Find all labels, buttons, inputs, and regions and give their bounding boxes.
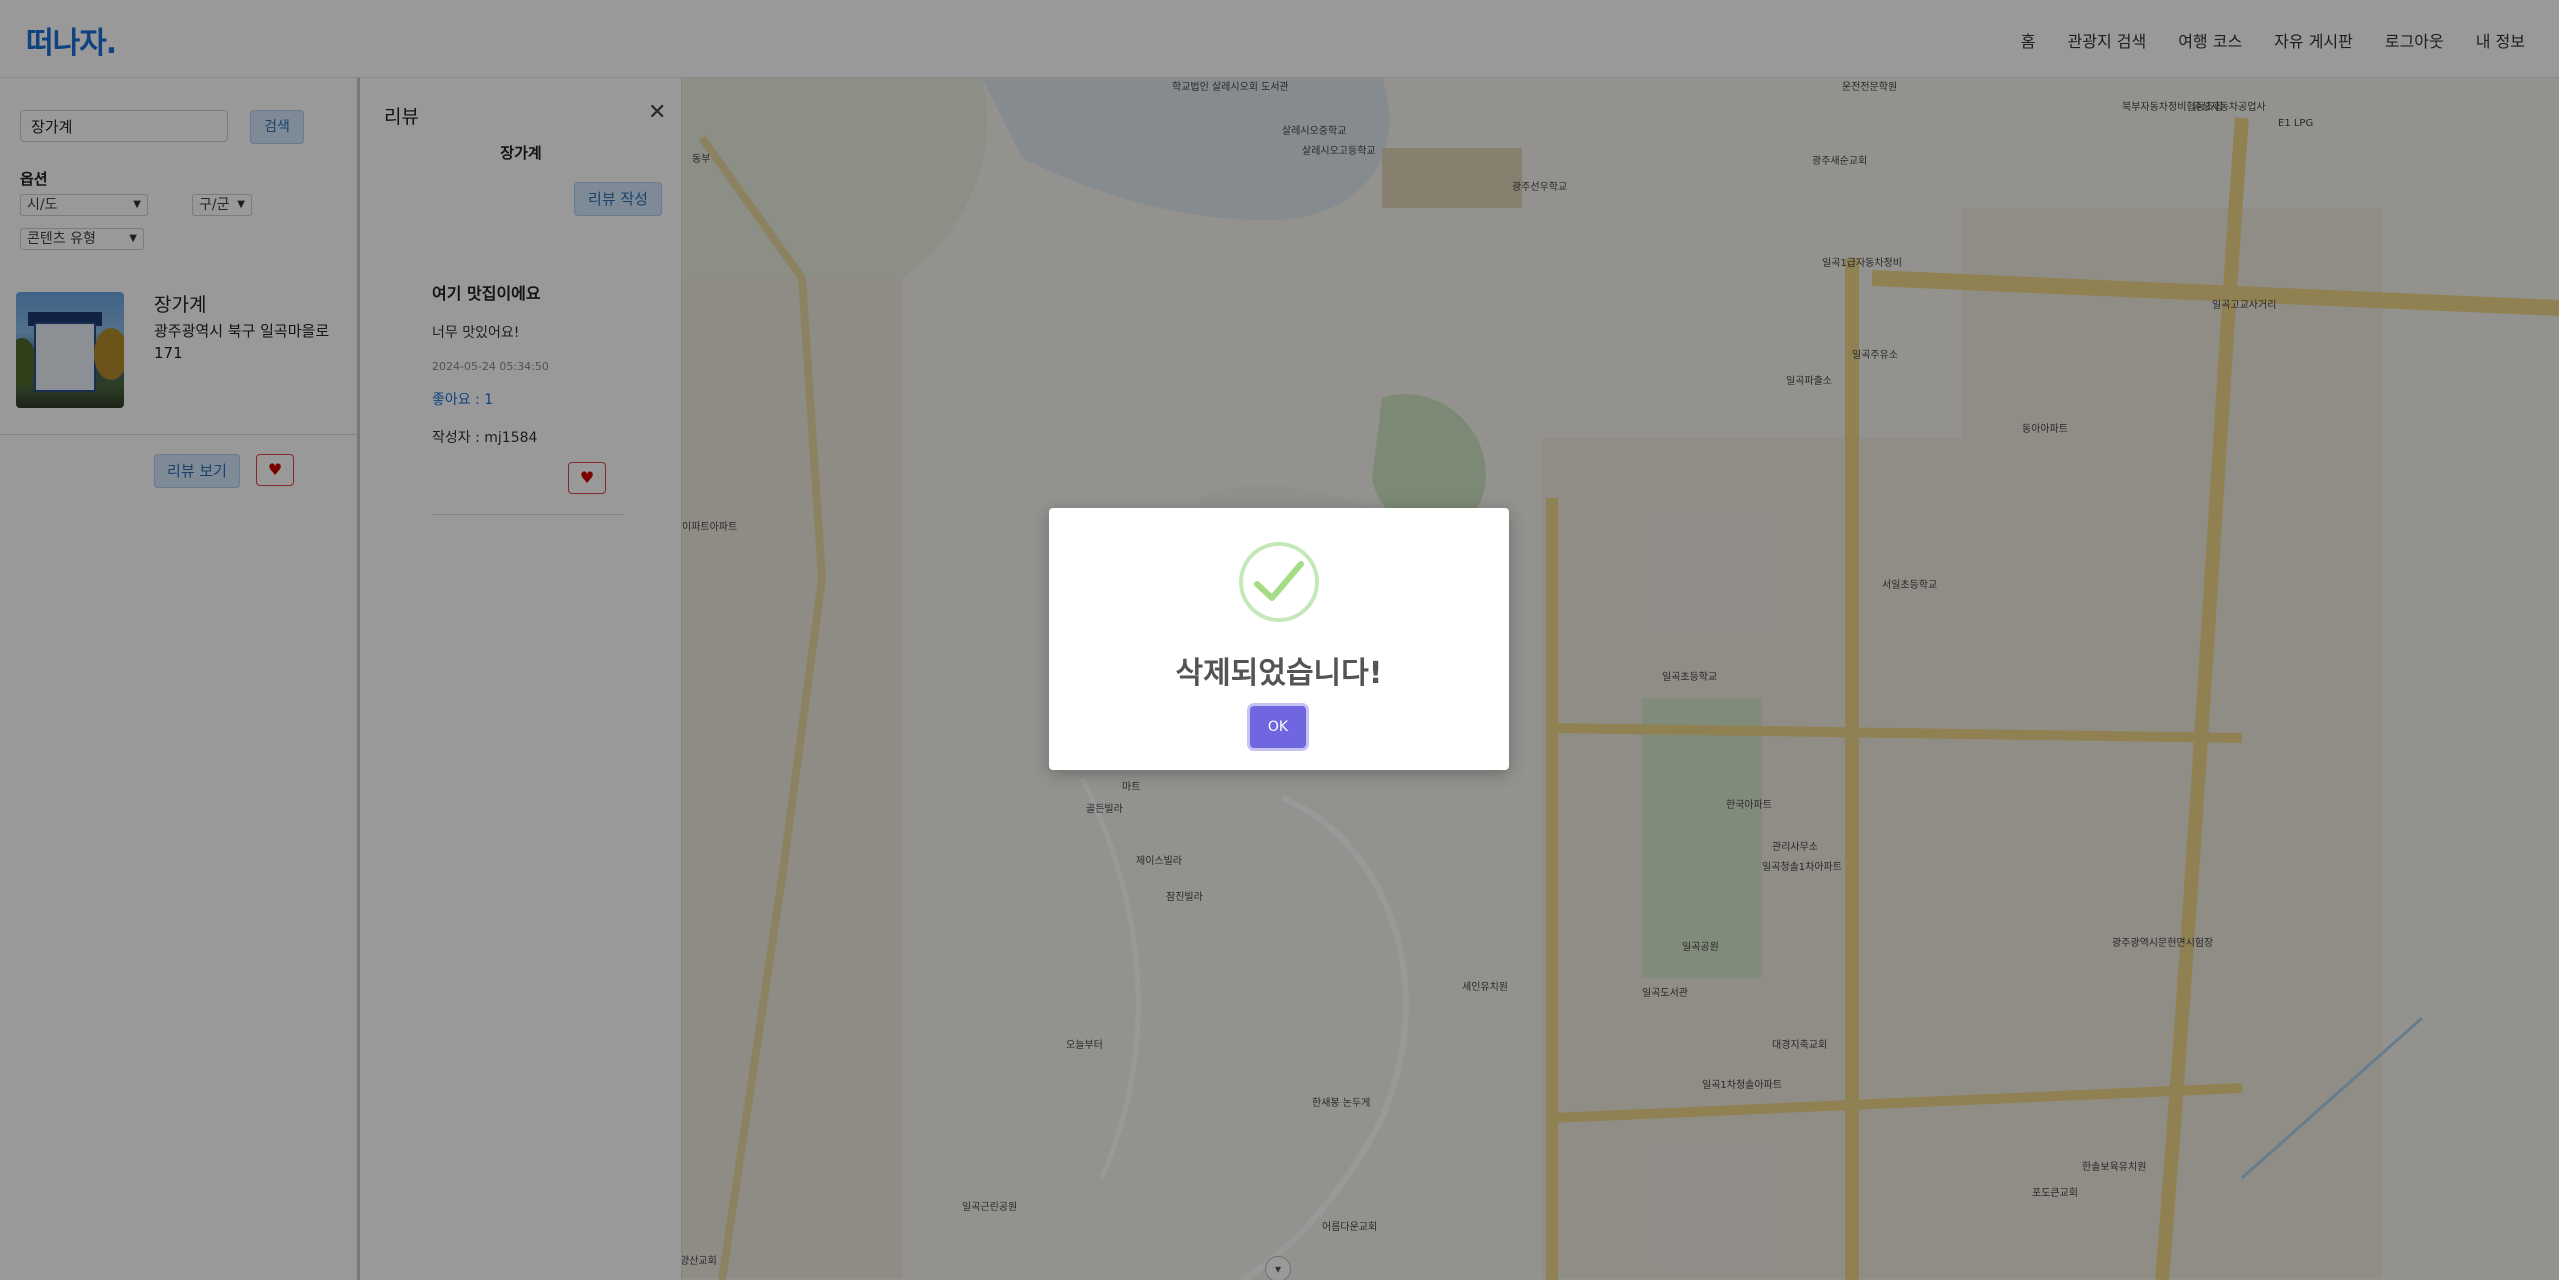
checkmark-icon [1254, 561, 1304, 601]
alert-modal: 삭제되었습니다! OK [1049, 508, 1509, 770]
success-check-icon [1239, 542, 1319, 622]
ok-button[interactable]: OK [1250, 706, 1306, 748]
modal-title: 삭제되었습니다! [1175, 656, 1383, 691]
